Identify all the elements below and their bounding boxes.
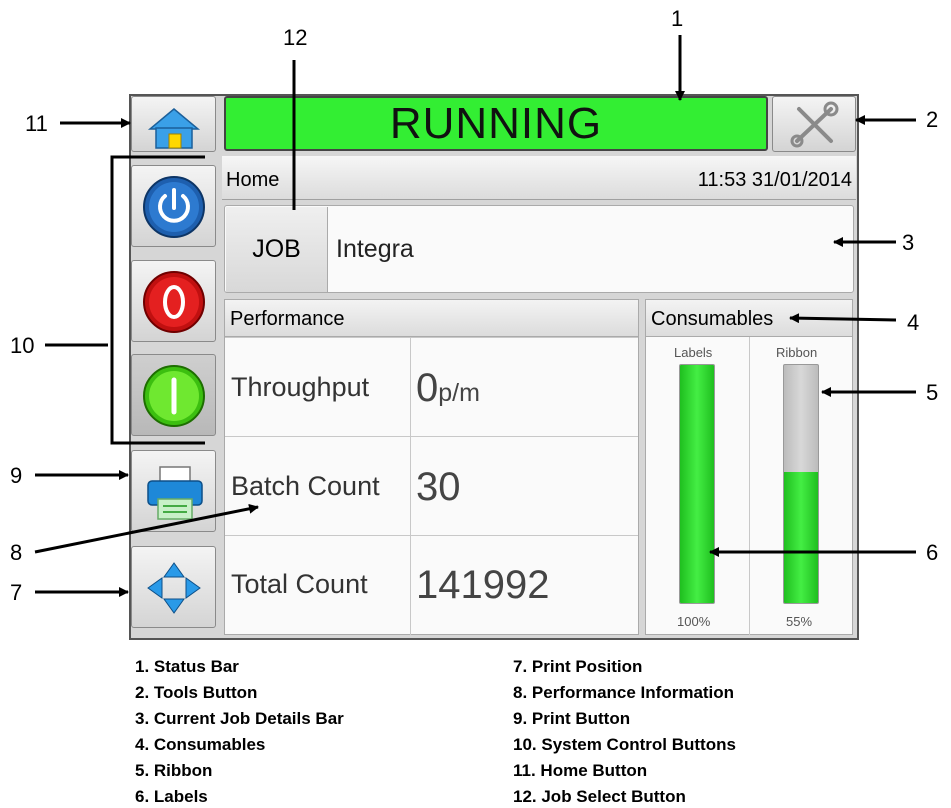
print-position-button[interactable] — [131, 546, 216, 628]
legend-item: 7. Print Position — [513, 657, 643, 676]
performance-column-divider — [410, 337, 411, 635]
performance-title: Performance — [230, 308, 345, 330]
throughput-number: 0 — [416, 366, 439, 410]
batch-count-value: 30 — [416, 465, 461, 509]
stop-button[interactable] — [131, 260, 216, 342]
legend-item: 2. Tools Button — [135, 683, 258, 702]
labels-gauge-label: Labels — [674, 345, 713, 360]
four-way-arrows-icon — [147, 562, 201, 614]
callout-9: 9 — [10, 463, 23, 488]
callout-1: 1 — [671, 6, 684, 31]
callout-3: 3 — [902, 230, 915, 255]
consumables-title: Consumables — [651, 308, 774, 330]
legend-item: 12. Job Select Button — [513, 787, 686, 806]
callout-2: 2 — [926, 107, 939, 132]
start-button[interactable] — [131, 354, 216, 436]
batch-count-label: Batch Count — [231, 471, 380, 501]
throughput-label: Throughput — [231, 372, 370, 402]
callout-7: 7 — [10, 580, 23, 605]
legend-item: 11. Home Button — [513, 761, 648, 780]
callout-4: 4 — [907, 310, 920, 335]
ribbon-gauge[interactable] — [783, 364, 819, 604]
callout-11: 11 — [25, 111, 48, 136]
callout-12: 12 — [283, 25, 308, 50]
callout-8: 8 — [10, 540, 23, 565]
ribbon-gauge-label: Ribbon — [776, 345, 818, 360]
legend-item: 3. Current Job Details Bar — [135, 709, 344, 728]
stop-icon — [143, 271, 205, 333]
callout-5: 5 — [926, 380, 939, 405]
legend-item: 6. Labels — [135, 787, 208, 806]
legend-item: 1. Status Bar — [135, 657, 239, 676]
datetime-display: 11:53 31/01/2014 — [697, 169, 852, 191]
legend-item: 9. Print Button — [513, 709, 631, 728]
labels-gauge[interactable] — [679, 364, 715, 604]
callout-6: 6 — [926, 540, 939, 565]
consumables-divider — [749, 337, 750, 635]
printer-icon — [147, 466, 203, 520]
status-bar[interactable]: RUNNING — [224, 96, 768, 151]
job-name: Integra — [336, 235, 414, 263]
start-icon — [143, 365, 205, 427]
tools-icon — [790, 101, 839, 148]
total-count-label: Total Count — [231, 569, 368, 599]
labels-gauge-fill — [680, 365, 714, 603]
legend-item: 10. System Control Buttons — [513, 735, 736, 754]
home-button[interactable] — [131, 96, 216, 152]
throughput-value: 0p/m — [416, 366, 480, 411]
labels-percent: 100% — [677, 614, 711, 629]
legend-item: 5. Ribbon — [135, 761, 213, 780]
breadcrumb[interactable]: Home — [226, 169, 279, 192]
throughput-unit: p/m — [438, 379, 480, 407]
power-button[interactable] — [131, 165, 216, 247]
print-button[interactable] — [131, 450, 216, 532]
callout-10: 10 — [10, 333, 35, 358]
total-count-value: 141992 — [416, 563, 550, 607]
job-select-button[interactable]: JOB — [226, 207, 328, 292]
ribbon-gauge-fill — [784, 472, 818, 603]
tools-button[interactable] — [772, 96, 856, 152]
home-icon — [147, 108, 201, 149]
ribbon-percent: 55% — [786, 614, 813, 629]
legend-item: 8. Performance Information — [513, 683, 735, 702]
legend-item: 4. Consumables — [135, 735, 266, 754]
power-icon — [143, 176, 205, 238]
